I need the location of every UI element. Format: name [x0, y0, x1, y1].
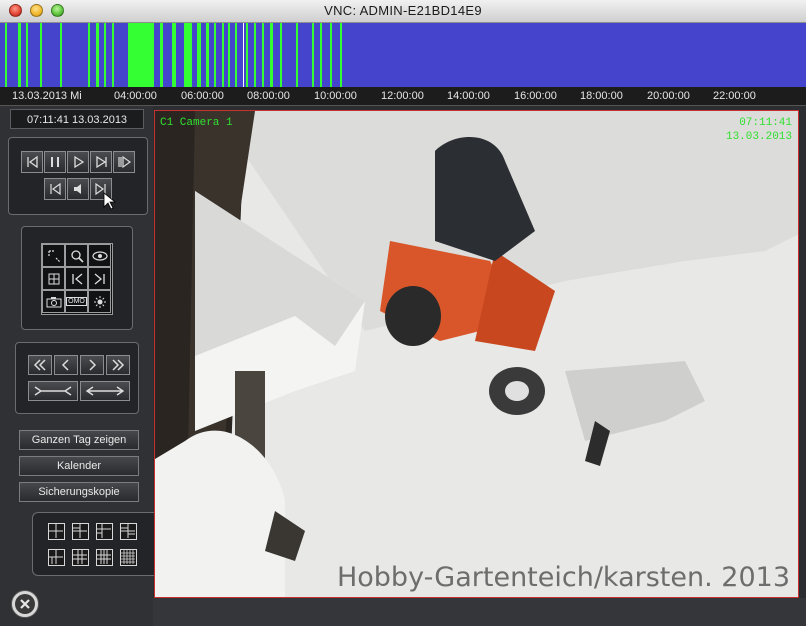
activity-stripe [40, 23, 42, 87]
activity-stripe [312, 23, 314, 87]
tick-label: 20:00:00 [647, 90, 690, 102]
camera-view[interactable]: C1 Camera 1 07:11:41 13.03.2013 Hobby-Ga… [154, 110, 799, 598]
activity-stripe [340, 23, 342, 87]
collapse-range-icon[interactable] [28, 381, 78, 401]
activity-stripe [262, 23, 264, 87]
camera-image [155, 111, 798, 597]
title-bar: VNC: ADMIN-E21BD14E9 [0, 0, 806, 23]
status-bar [153, 598, 806, 626]
activity-stripe [104, 23, 106, 87]
right-icon[interactable] [80, 355, 104, 375]
playhead-marker[interactable] [243, 23, 244, 87]
activity-stripe [128, 23, 154, 87]
tick-label: 18:00:00 [580, 90, 623, 102]
omo-label: OMO [66, 297, 87, 306]
tools-grid: OMO [41, 243, 113, 315]
pause-icon[interactable] [44, 151, 66, 173]
current-time-display: 07:11:41 13.03.2013 [10, 109, 144, 129]
activity-stripe [18, 23, 21, 87]
layout-3x3-icon[interactable] [96, 523, 113, 540]
step-back-icon[interactable] [21, 151, 43, 173]
timeline-date: 13.03.2013 Mi [12, 90, 82, 102]
grid-icon[interactable] [42, 267, 65, 290]
play-icon[interactable] [67, 151, 89, 173]
activity-stripe [296, 23, 298, 87]
expand-range-icon[interactable] [80, 381, 130, 401]
activity-timeline[interactable] [0, 23, 806, 87]
fast-play-icon[interactable] [90, 151, 112, 173]
activity-stripe [330, 23, 332, 87]
tick-label: 08:00:00 [247, 90, 290, 102]
activity-stripe [88, 23, 90, 87]
double-left-icon[interactable] [28, 355, 52, 375]
calendar-button[interactable]: Kalender [19, 456, 139, 476]
time-axis: 13.03.2013 Mi 04:00:00 06:00:00 08:00:00… [0, 87, 806, 106]
close-circle-button[interactable] [11, 590, 39, 618]
activity-stripe [320, 23, 322, 87]
activity-stripe [222, 23, 224, 87]
camera-time-label: 07:11:41 [739, 117, 792, 129]
activity-stripe [228, 23, 230, 87]
layout-4x4-icon[interactable] [120, 523, 137, 540]
layout-1-5-icon[interactable] [48, 549, 65, 566]
window-title: VNC: ADMIN-E21BD14E9 [324, 3, 482, 18]
camera-icon[interactable] [42, 290, 65, 313]
whole-day-button[interactable]: Ganzen Tag zeigen [19, 430, 139, 450]
activity-stripe [60, 23, 62, 87]
activity-stripe [172, 23, 176, 87]
navigation-panel [15, 342, 139, 414]
mark-in-icon[interactable] [65, 267, 88, 290]
activity-stripe [160, 23, 163, 87]
activity-stripe [246, 23, 248, 87]
camera-name-label: C1 Camera 1 [160, 117, 233, 129]
control-sidebar: 07:11:41 13.03.2013 OMO Ganzen Tag zeige… [0, 106, 156, 626]
tools-panel: OMO [21, 226, 133, 330]
step-forward-icon[interactable] [113, 151, 135, 173]
speaker-icon[interactable] [67, 178, 89, 200]
tick-label: 04:00:00 [114, 90, 157, 102]
activity-stripe [270, 23, 273, 87]
brightness-icon[interactable] [88, 290, 111, 313]
tick-label: 06:00:00 [181, 90, 224, 102]
activity-stripe [214, 23, 216, 87]
activity-stripe [235, 23, 237, 87]
activity-stripe [254, 23, 256, 87]
activity-stripe [197, 23, 201, 87]
tick-label: 14:00:00 [447, 90, 490, 102]
zoom-icon[interactable] [65, 244, 88, 267]
layout-3x4-icon[interactable] [96, 549, 113, 566]
activity-stripe [26, 23, 28, 87]
mouse-cursor-icon [103, 192, 117, 210]
playback-panel [8, 137, 148, 215]
tick-label: 22:00:00 [713, 90, 756, 102]
eye-icon[interactable] [88, 244, 111, 267]
mark-out-icon[interactable] [88, 267, 111, 290]
select-icon[interactable] [42, 244, 65, 267]
layout-5x5-icon[interactable] [120, 549, 137, 566]
activity-stripe [96, 23, 99, 87]
activity-stripe [5, 23, 7, 87]
activity-stripe [184, 23, 192, 87]
tick-label: 12:00:00 [381, 90, 424, 102]
layout-1-7-icon[interactable] [72, 549, 89, 566]
omo-icon[interactable]: OMO [65, 290, 88, 313]
backup-button[interactable]: Sicherungskopie [19, 482, 139, 502]
camera-date-label: 13.03.2013 [725, 131, 792, 143]
skip-start-icon[interactable] [44, 178, 66, 200]
layout-2x2-icon[interactable] [72, 523, 89, 540]
layout-1x1-icon[interactable] [48, 523, 65, 540]
activity-stripe [206, 23, 209, 87]
layout-panel [32, 512, 156, 576]
double-right-icon[interactable] [106, 355, 130, 375]
watermark-text: Hobby-Gartenteich/karsten. 2013 [336, 562, 790, 593]
activity-stripe [112, 23, 114, 87]
tick-label: 16:00:00 [514, 90, 557, 102]
tick-label: 10:00:00 [314, 90, 357, 102]
left-icon[interactable] [54, 355, 78, 375]
activity-stripe [280, 23, 282, 87]
